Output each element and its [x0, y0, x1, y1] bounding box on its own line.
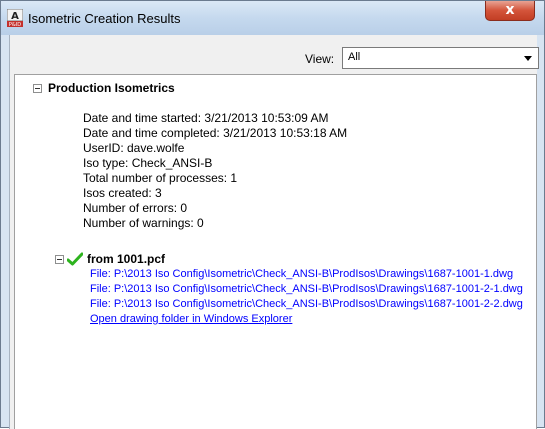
title-bar[interactable]: A P&ID Isometric Creation Results x — [1, 1, 544, 35]
svg-text:P&ID: P&ID — [9, 22, 21, 27]
view-label: View: — [305, 52, 335, 66]
close-button[interactable]: x — [485, 1, 535, 21]
collapse-toggle-icon[interactable] — [55, 255, 64, 264]
detail-warnings: Number of warnings: 0 — [83, 216, 204, 230]
chevron-down-icon[interactable] — [524, 56, 532, 61]
detail-start-time: Date and time started: 3/21/2013 10:53:0… — [83, 111, 329, 125]
results-panel: Production Isometrics Date and time star… — [14, 74, 537, 429]
detail-iso-type: Iso type: Check_ANSI-B — [83, 156, 213, 170]
dialog-window: A P&ID Isometric Creation Results x View… — [0, 0, 545, 429]
view-dropdown[interactable]: All — [342, 47, 539, 69]
view-dropdown-value: All — [348, 51, 361, 63]
section-heading: Production Isometrics — [48, 81, 175, 95]
file-link[interactable]: File: P:\2013 Iso Config\Isometric\Check… — [90, 297, 523, 312]
open-folder-link[interactable]: Open drawing folder in Windows Explorer — [90, 312, 292, 327]
window-title: Isometric Creation Results — [28, 11, 181, 26]
check-icon — [67, 252, 83, 266]
detail-errors: Number of errors: 0 — [83, 201, 188, 215]
file-link[interactable]: File: P:\2013 Iso Config\Isometric\Check… — [90, 267, 513, 282]
app-icon: A P&ID — [7, 9, 23, 27]
detail-isos-created: Isos created: 3 — [83, 186, 162, 200]
file-link[interactable]: File: P:\2013 Iso Config\Isometric\Check… — [90, 282, 523, 297]
svg-text:A: A — [11, 11, 19, 22]
result-heading: from 1001.pcf — [87, 252, 166, 266]
detail-process-count: Total number of processes: 1 — [83, 171, 238, 185]
collapse-toggle-icon[interactable] — [33, 84, 42, 93]
detail-end-time: Date and time completed: 3/21/2013 10:53… — [83, 126, 348, 140]
detail-user-id: UserID: dave.wolfe — [83, 141, 185, 155]
